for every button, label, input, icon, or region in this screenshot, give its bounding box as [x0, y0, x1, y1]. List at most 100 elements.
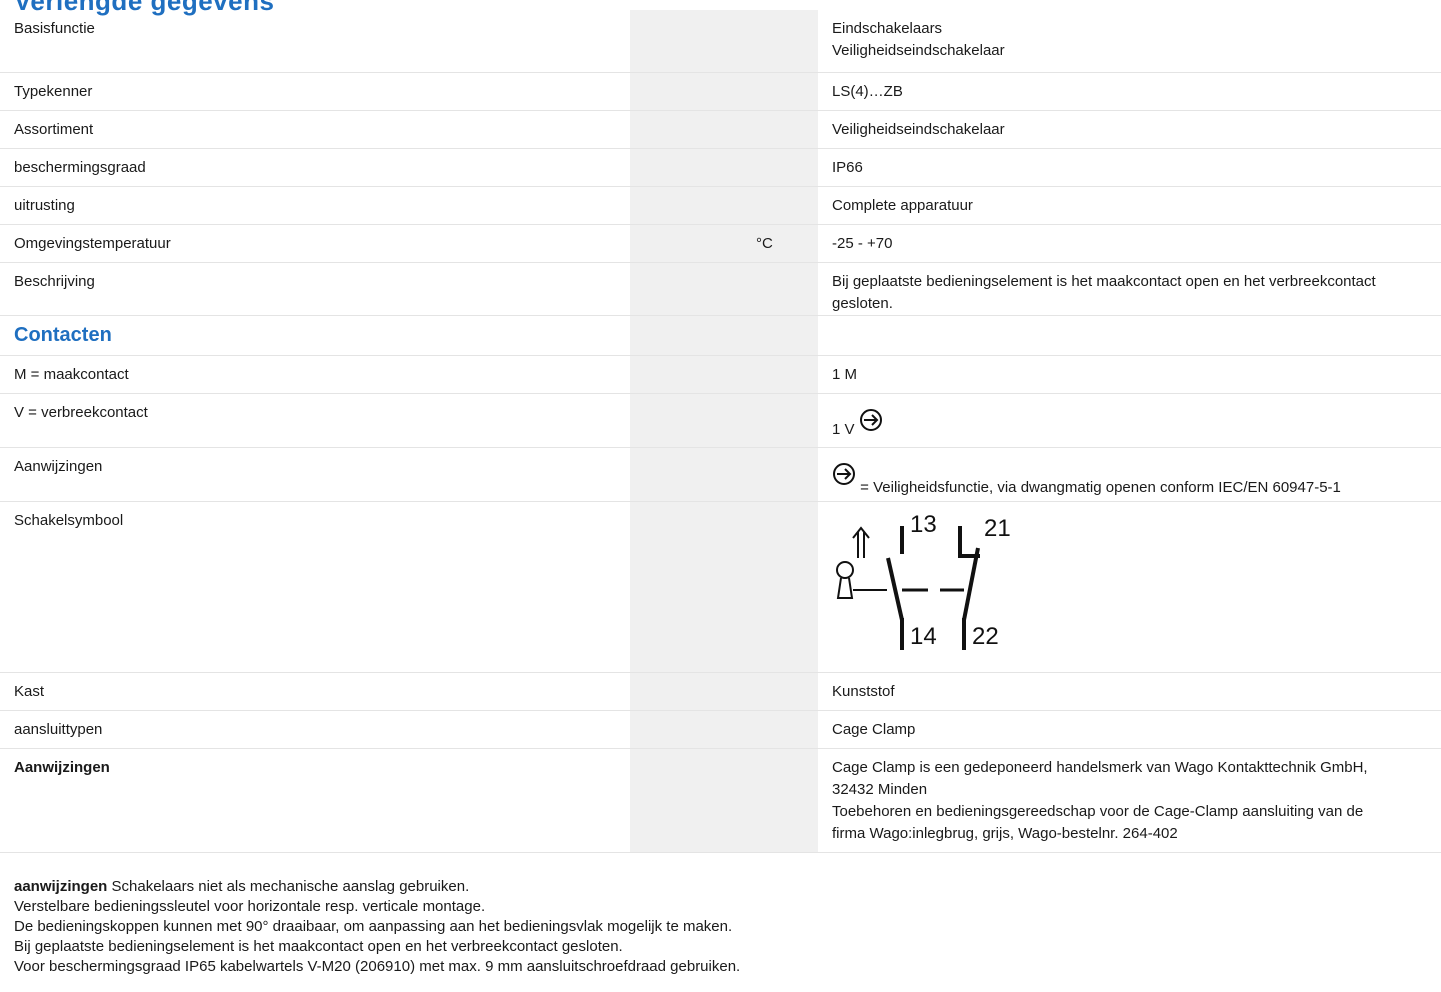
unit-cell: [742, 10, 818, 73]
spec-row: Schakelsymbool 13 14 21 22: [0, 501, 1441, 673]
note-line: aanwijzingen Schakelaars niet als mechan…: [14, 877, 740, 897]
unit-cell: [742, 672, 818, 711]
shade-cell: [630, 110, 742, 149]
unit-cell: °C: [742, 224, 818, 263]
spec-row: Basisfunctie Eindschakelaars Veiligheids…: [0, 10, 1441, 73]
spec-value: 1 V: [818, 393, 1441, 448]
unit-cell: [742, 110, 818, 149]
unit-cell: [742, 355, 818, 394]
footer-notes: aanwijzingen Schakelaars niet als mechan…: [14, 877, 740, 977]
spec-label: V = verbreekcontact: [0, 393, 630, 448]
spec-row: Aanwijzingen = Veiligheidsfunctie, via d…: [0, 447, 1441, 502]
terminal-14: 14: [910, 623, 937, 650]
spec-value: Cage Clamp: [818, 710, 1441, 749]
shade-cell: [630, 315, 742, 356]
spec-value: Bij geplaatste bedieningselement is het …: [818, 262, 1441, 316]
spec-value: 1 M: [818, 355, 1441, 394]
note-line: Bij geplaatste bedieningselement is het …: [14, 938, 623, 955]
spec-value: Kunststof: [818, 672, 1441, 711]
terminal-13: 13: [910, 511, 937, 538]
spec-value: Veiligheidseindschakelaar: [818, 110, 1441, 149]
spec-row: Aanwijzingen Cage Clamp is een gedeponee…: [0, 748, 1441, 853]
spec-label: Aanwijzingen: [0, 447, 630, 502]
spec-label: M = maakcontact: [0, 355, 630, 394]
spec-value: Cage Clamp is een gedeponeerd handelsmer…: [818, 748, 1441, 853]
unit-cell: [742, 72, 818, 111]
spec-row: uitrusting Complete apparatuur: [0, 186, 1441, 225]
unit-cell: [742, 393, 818, 448]
spec-label: beschermingsgraad: [0, 148, 630, 187]
section-title: Contacten: [0, 315, 630, 356]
positive-opening-icon: [833, 462, 855, 485]
spec-row: aansluittypen Cage Clamp: [0, 710, 1441, 749]
key-actuator-icon: [836, 560, 887, 599]
value-line: 32432 Minden: [832, 780, 928, 798]
value-line: Toebehoren en bedieningsgereedschap voor…: [832, 802, 1364, 820]
terminal-21: 21: [984, 515, 1011, 542]
value-line: gesloten.: [832, 294, 893, 312]
shade-cell: [630, 186, 742, 225]
notes-prefix: aanwijzingen: [14, 878, 108, 895]
spec-row: V = verbreekcontact 1 V: [0, 393, 1441, 448]
unit-cell: [742, 447, 818, 502]
shade-cell: [630, 72, 742, 111]
value-line: Bij geplaatste bedieningselement is het …: [832, 272, 1376, 290]
value-line: Eindschakelaars: [832, 20, 943, 37]
spec-row: beschermingsgraad IP66: [0, 148, 1441, 187]
spec-value: [818, 315, 1441, 356]
value-line: Veiligheidseindschakelaar: [832, 42, 1005, 59]
spec-value: LS(4)…ZB: [818, 72, 1441, 111]
unit-cell: [742, 186, 818, 225]
unit-cell: [742, 748, 818, 853]
spec-row: M = maakcontact 1 M: [0, 355, 1441, 394]
shade-cell: [630, 224, 742, 263]
shade-cell: [630, 262, 742, 316]
actuator-arrow: [852, 525, 870, 558]
spec-value: IP66: [818, 148, 1441, 187]
contacts-title: Contacten: [14, 323, 112, 346]
spec-value: = Veiligheidsfunctie, via dwangmatig ope…: [818, 447, 1441, 502]
unit-cell: [742, 262, 818, 316]
notes-value: = Veiligheidsfunctie, via dwangmatig ope…: [860, 478, 1341, 496]
switch-symbol-diagram: 13 14 21 22: [836, 511, 1011, 650]
unit-cell: [742, 148, 818, 187]
shade-cell: [630, 710, 742, 749]
shade-cell: [630, 748, 742, 853]
spec-label: Typekenner: [0, 72, 630, 111]
note-line: Voor beschermingsgraad IP65 kabelwartels…: [14, 958, 741, 975]
spec-row: Typekenner LS(4)…ZB: [0, 72, 1441, 111]
spec-label: Aanwijzingen: [0, 748, 630, 853]
break-value: 1 V: [832, 420, 855, 438]
note-text: Schakelaars niet als mechanische aanslag…: [107, 878, 470, 895]
shade-cell: [630, 447, 742, 502]
unit-cell: [742, 501, 818, 673]
unit-cell: [742, 315, 818, 356]
terminal-22: 22: [972, 623, 999, 650]
spec-row: Kast Kunststof: [0, 672, 1441, 711]
spec-value: -25 - +70: [818, 224, 1441, 263]
spec-value: Complete apparatuur: [818, 186, 1441, 225]
spec-label: Schakelsymbool: [0, 501, 630, 673]
spec-table: Basisfunctie Eindschakelaars Veiligheids…: [0, 10, 1441, 853]
spec-row: Assortiment Veiligheidseindschakelaar: [0, 110, 1441, 149]
shade-cell: [630, 672, 742, 711]
shade-cell: [630, 393, 742, 448]
spec-label: Kast: [0, 672, 630, 711]
spec-label: Omgevingstemperatuur: [0, 224, 630, 263]
spec-label: Beschrijving: [0, 262, 630, 316]
shade-cell: [630, 501, 742, 673]
shade-cell: [630, 355, 742, 394]
spec-value: Eindschakelaars Veiligheidseindschakelaa…: [818, 10, 1441, 73]
spec-value: 13 14 21 22: [818, 501, 1441, 673]
note-line: Verstelbare bedieningssleutel voor horiz…: [14, 898, 486, 915]
spec-label: Assortiment: [0, 110, 630, 149]
section-row: Contacten: [0, 315, 1441, 356]
spec-label: uitrusting: [0, 186, 630, 225]
make-contact: [886, 525, 904, 650]
shade-cell: [630, 10, 742, 73]
shade-cell: [630, 148, 742, 187]
spec-label: aansluittypen: [0, 710, 630, 749]
spec-row: Beschrijving Bij geplaatste bedieningsel…: [0, 262, 1441, 316]
note-line: De bedieningskoppen kunnen met 90° draai…: [14, 918, 733, 935]
value-line: firma Wago:inlegbrug, grijs, Wago-bestel…: [832, 824, 1178, 842]
